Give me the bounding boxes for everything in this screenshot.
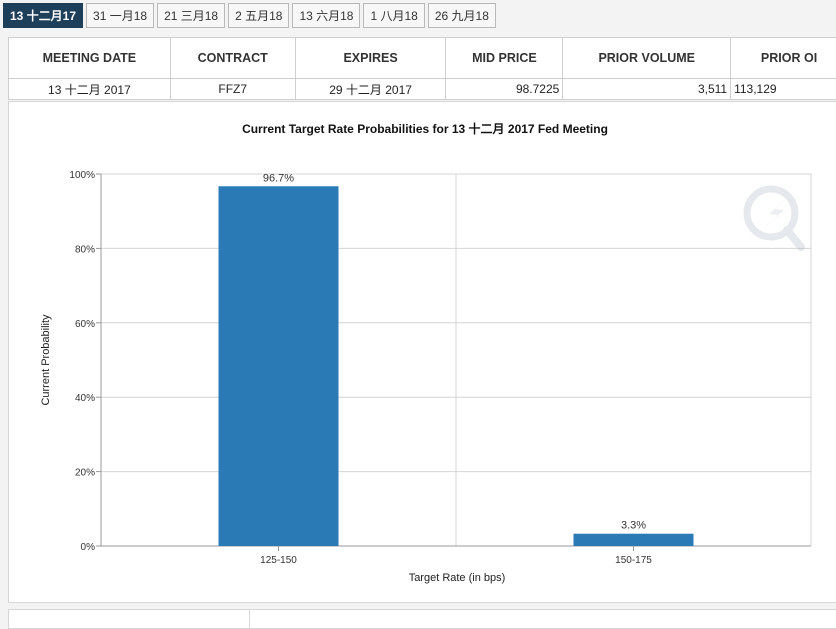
x-tick-label: 150-175: [615, 555, 652, 566]
data-label: 96.7%: [263, 172, 294, 184]
tab-meeting-5[interactable]: 13 六月18: [292, 3, 360, 28]
probability-chart: Current Target Rate Probabilities for 13…: [9, 102, 836, 602]
x-tick-label: 125-150: [260, 555, 297, 566]
meeting-tabs: 13 十二月17 31 一月18 21 三月18 2 五月18 13 六月18 …: [3, 3, 496, 28]
cell-prior-oi: 113,129: [731, 79, 836, 100]
bar-125-150: [219, 186, 339, 546]
header-expires: EXPIRES: [295, 38, 446, 79]
tab-meeting-3[interactable]: 21 三月18: [157, 3, 225, 28]
chart-title: Current Target Rate Probabilities for 13…: [242, 121, 608, 136]
y-axis-label: Current Probability: [40, 314, 52, 406]
y-tick-label: 20%: [75, 468, 95, 479]
header-prior-oi: PRIOR OI: [731, 38, 836, 79]
y-axis-ticks: 0% 20% 40% 60% 80% 100%: [69, 170, 101, 553]
header-mid-price: MID PRICE: [446, 38, 563, 79]
bar-150-175: [574, 534, 694, 546]
cell-mid-price: 98.7225: [446, 79, 563, 100]
cell-contract: FFZ7: [170, 79, 295, 100]
cell-prior-volume: 3,511: [563, 79, 731, 100]
y-tick-label: 0%: [81, 542, 96, 553]
footer-divider: [249, 610, 250, 628]
table-row: 13 十二月 2017 FFZ7 29 十二月 2017 98.7225 3,5…: [9, 79, 836, 100]
data-label: 3.3%: [621, 520, 646, 532]
chart-grid: [101, 174, 811, 546]
meeting-info-table: MEETING DATE CONTRACT EXPIRES MID PRICE …: [8, 37, 836, 100]
x-axis-label: Target Rate (in bps): [409, 572, 506, 584]
tab-meeting-2[interactable]: 31 一月18: [86, 3, 154, 28]
y-tick-label: 60%: [75, 319, 95, 330]
cell-meeting-date: 13 十二月 2017: [9, 79, 171, 100]
y-tick-label: 40%: [75, 393, 95, 404]
y-tick-label: 100%: [69, 170, 95, 181]
footer-panel: [8, 609, 836, 629]
header-meeting-date: MEETING DATE: [9, 38, 171, 79]
header-prior-volume: PRIOR VOLUME: [563, 38, 731, 79]
chart-panel: Current Target Rate Probabilities for 13…: [8, 101, 836, 603]
cell-expires: 29 十二月 2017: [295, 79, 446, 100]
tab-meeting-4[interactable]: 2 五月18: [228, 3, 289, 28]
tab-meeting-1[interactable]: 13 十二月17: [3, 3, 83, 28]
table-header-row: MEETING DATE CONTRACT EXPIRES MID PRICE …: [9, 38, 836, 79]
tab-meeting-6[interactable]: 1 八月18: [363, 3, 424, 28]
header-contract: CONTRACT: [170, 38, 295, 79]
y-tick-label: 80%: [75, 244, 95, 255]
tab-meeting-7[interactable]: 26 九月18: [428, 3, 496, 28]
x-axis-ticks: 125-150 150-175: [260, 546, 652, 566]
qt-logo-icon: [747, 187, 801, 247]
